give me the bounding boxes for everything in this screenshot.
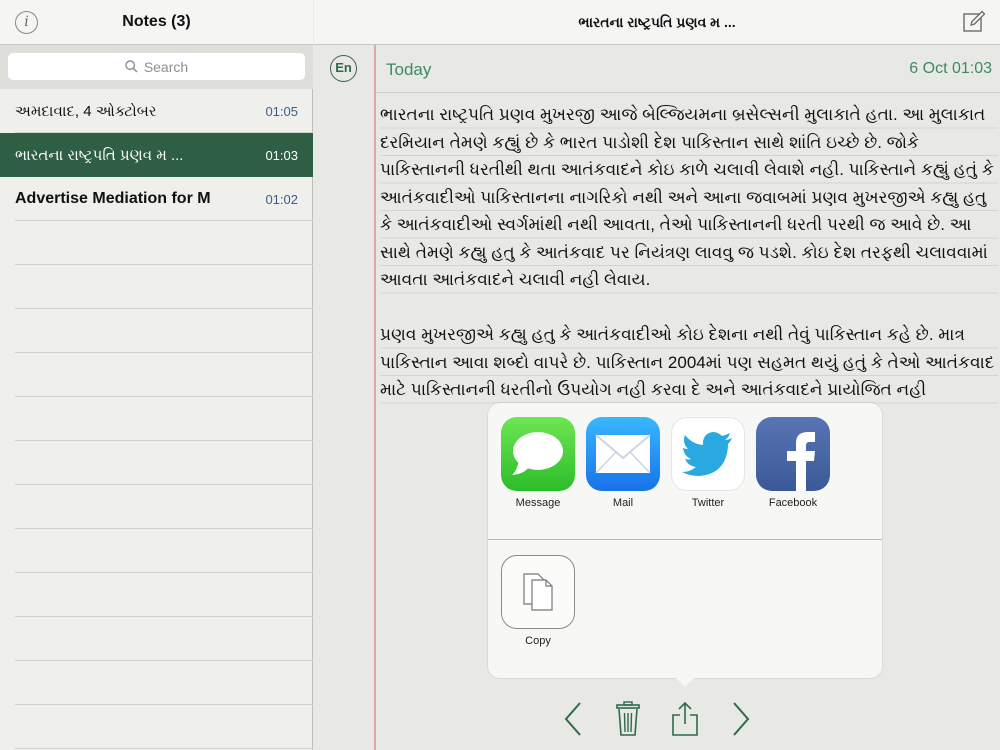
note-header: ભારતના રાષ્ટ્રપતિ પ્રણવ મ ... bbox=[314, 0, 1000, 45]
note-header-title: ભારતના રાષ્ટ્રપતિ પ્રણવ મ ... bbox=[578, 14, 736, 30]
share-facebook-button[interactable]: Facebook bbox=[755, 417, 831, 509]
copy-button[interactable]: Copy bbox=[500, 555, 576, 647]
date-time: 6 Oct 01:03 bbox=[909, 60, 992, 77]
note-title: ભારતના રાષ્ટ્રપતિ પ્રણવ મ ... bbox=[15, 146, 184, 164]
note-list-item[interactable]: Advertise Mediation for M 01:02 bbox=[0, 177, 313, 221]
share-sheet-arrow bbox=[674, 676, 696, 687]
note-time: 01:05 bbox=[265, 103, 298, 119]
note-list-item-selected[interactable]: ભારતના રાષ્ટ્રપતિ પ્રણવ મ ... 01:03 bbox=[0, 133, 313, 177]
margin-line bbox=[374, 45, 376, 750]
copy-icon bbox=[501, 555, 575, 629]
date-label: Today bbox=[386, 60, 432, 79]
compose-icon[interactable] bbox=[962, 10, 986, 34]
search-placeholder: Search bbox=[143, 58, 189, 75]
language-button[interactable]: En bbox=[330, 55, 357, 82]
notes-sidebar: i Notes (3) Search અમદાવાદ, 4 ઓક્ટોબર 01… bbox=[0, 0, 313, 750]
search-input[interactable]: Search bbox=[8, 53, 305, 80]
note-list: અમદાવાદ, 4 ઓક્ટોબર 01:05 ભારતના રાષ્ટ્રપ… bbox=[0, 89, 313, 750]
share-label: Mail bbox=[612, 497, 634, 509]
search-bar: Search bbox=[0, 45, 313, 89]
note-time: 01:03 bbox=[265, 147, 298, 163]
sidebar-header: i Notes (3) bbox=[0, 0, 313, 45]
search-icon bbox=[125, 60, 138, 73]
note-time: 01:02 bbox=[265, 191, 298, 207]
share-mail-button[interactable]: Mail bbox=[585, 417, 661, 509]
share-label: Message bbox=[515, 497, 561, 509]
share-sheet: Message Mail Twitter Facebook Copy bbox=[488, 403, 882, 678]
note-paragraph: ભારતના રાષ્ટ્રપતિ પ્રણવ મુખરજી આજે બેલ્જ… bbox=[380, 101, 998, 294]
note-list-item[interactable]: અમદાવાદ, 4 ઓક્ટોબર 01:05 bbox=[0, 89, 313, 133]
share-icon[interactable] bbox=[668, 700, 702, 738]
share-label: Facebook bbox=[768, 497, 818, 509]
share-twitter-button[interactable]: Twitter bbox=[670, 417, 746, 509]
date-row: Today 6 Oct 01:03 bbox=[376, 45, 1000, 93]
trash-icon[interactable] bbox=[611, 700, 645, 738]
chevron-left-icon[interactable] bbox=[556, 700, 590, 738]
share-label: Copy bbox=[525, 635, 551, 647]
message-icon bbox=[501, 417, 575, 491]
facebook-icon bbox=[756, 417, 830, 491]
sidebar-title: Notes (3) bbox=[122, 13, 191, 30]
chevron-right-icon[interactable] bbox=[724, 700, 758, 738]
note-paragraph: પ્રણવ મુખરજીએ કહ્યુ હતુ કે આતંકવાદીઓ કોઇ… bbox=[380, 321, 998, 404]
note-title: Advertise Mediation for M bbox=[15, 190, 211, 207]
note-body[interactable]: ભારતના રાષ્ટ્રપતિ પ્રણવ મુખરજી આજે બેલ્જ… bbox=[380, 101, 998, 441]
mail-icon bbox=[586, 417, 660, 491]
share-divider bbox=[488, 539, 882, 540]
twitter-icon bbox=[671, 417, 745, 491]
share-message-button[interactable]: Message bbox=[500, 417, 576, 509]
share-label: Twitter bbox=[691, 497, 725, 509]
note-title: અમદાવાદ, 4 ઓક્ટોબર bbox=[15, 102, 157, 120]
